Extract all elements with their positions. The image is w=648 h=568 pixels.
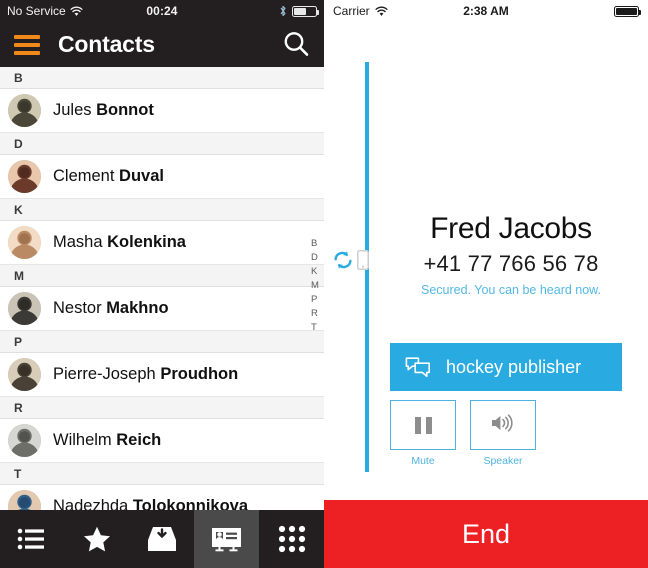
search-icon[interactable] bbox=[281, 29, 312, 60]
index-letter[interactable]: K bbox=[311, 265, 319, 279]
contacts-list[interactable]: B Jules Bonnot D Clement Duval K Masha Kolenk… bbox=[0, 67, 324, 568]
section-header: B bbox=[0, 67, 324, 89]
tab-bar bbox=[0, 510, 324, 568]
tab-recents[interactable] bbox=[0, 510, 65, 568]
contact-name: Nestor Makhno bbox=[53, 299, 169, 318]
sas-words: hockey publisher bbox=[446, 356, 582, 377]
index-letter[interactable]: R bbox=[311, 307, 319, 321]
index-letter[interactable]: T bbox=[311, 321, 319, 335]
section-header: K bbox=[0, 199, 324, 221]
section-header: D bbox=[0, 133, 324, 155]
callee-name: Fred Jacobs bbox=[430, 212, 592, 245]
section-header: T bbox=[0, 463, 324, 485]
battery-icon bbox=[614, 5, 641, 17]
contact-name: Masha Kolenkina bbox=[53, 233, 186, 252]
contact-name: Wilhelm Reich bbox=[53, 431, 161, 450]
alphabet-index-bar[interactable]: BDKMPRT bbox=[308, 237, 322, 335]
dual-screenshot-container: No Service 00:24 Contacts B Jules Bonnot… bbox=[0, 0, 648, 568]
contact-row[interactable]: Jules Bonnot bbox=[0, 89, 324, 133]
speaker-label: Speaker bbox=[483, 455, 523, 467]
active-call-screen: Carrier 2:38 AM Fred Jacobs +41 77 766 5… bbox=[324, 0, 648, 568]
contact-last-name: Kolenkina bbox=[107, 233, 186, 251]
contact-last-name: Makhno bbox=[106, 299, 169, 317]
tab-keypad[interactable] bbox=[259, 510, 324, 568]
call-rail-icons bbox=[332, 250, 369, 275]
contact-first-name: Masha bbox=[53, 233, 108, 251]
contact-row[interactable]: Pierre-Joseph Proudhon bbox=[0, 353, 324, 397]
avatar-jules-bonnot bbox=[8, 94, 41, 127]
avatar-nestor-makhno bbox=[8, 292, 41, 325]
contacts-navbar: Contacts bbox=[0, 22, 324, 67]
section-header: P bbox=[0, 331, 324, 353]
contact-first-name: Nestor bbox=[53, 299, 107, 317]
contact-row[interactable]: Nestor Makhno bbox=[0, 287, 324, 331]
call-body: Fred Jacobs +41 77 766 56 78 Secured. Yo… bbox=[324, 22, 648, 490]
contact-row[interactable]: Clement Duval bbox=[0, 155, 324, 199]
chat-bubbles-icon bbox=[404, 355, 432, 379]
left-status-bar: No Service 00:24 bbox=[0, 0, 324, 22]
index-letter[interactable]: B bbox=[311, 237, 319, 251]
tab-contacts[interactable] bbox=[194, 510, 260, 568]
contact-name: Pierre-Joseph Proudhon bbox=[53, 365, 238, 384]
section-header: R bbox=[0, 397, 324, 419]
callee-info: Fred Jacobs +41 77 766 56 78 Secured. Yo… bbox=[384, 212, 638, 297]
sync-arrows-icon bbox=[332, 250, 354, 275]
contact-name: Clement Duval bbox=[53, 167, 164, 186]
contact-first-name: Pierre-Joseph bbox=[53, 365, 161, 383]
status-right-group bbox=[614, 0, 641, 22]
mute-control: Mute bbox=[390, 400, 456, 467]
call-security-status: Secured. You can be heard now. bbox=[420, 283, 601, 297]
tab-inbox[interactable] bbox=[130, 510, 195, 568]
section-header: M bbox=[0, 265, 324, 287]
contact-row[interactable]: Masha Kolenkina bbox=[0, 221, 324, 265]
contact-last-name: Bonnot bbox=[96, 101, 154, 119]
avatar-pierre-joseph-proudhon bbox=[8, 358, 41, 391]
status-right-group bbox=[279, 0, 319, 22]
avatar-clement-duval bbox=[8, 160, 41, 193]
right-status-bar: Carrier 2:38 AM bbox=[324, 0, 648, 22]
status-time: 2:38 AM bbox=[463, 4, 509, 18]
contact-row[interactable]: Wilhelm Reich bbox=[0, 419, 324, 463]
bluetooth-icon bbox=[279, 5, 287, 17]
sas-verification-banner[interactable]: hockey publisher bbox=[390, 343, 622, 391]
tab-favorites[interactable] bbox=[65, 510, 130, 568]
contact-first-name: Clement bbox=[53, 167, 120, 185]
contact-name: Jules Bonnot bbox=[53, 101, 154, 120]
page-title: Contacts bbox=[58, 31, 155, 57]
mute-icon bbox=[414, 416, 432, 434]
avatar-masha-kolenkina bbox=[8, 226, 41, 259]
index-letter[interactable]: P bbox=[311, 293, 319, 307]
index-letter[interactable]: M bbox=[311, 279, 319, 293]
battery-icon bbox=[292, 5, 319, 17]
call-controls: Mute Speaker bbox=[390, 400, 536, 467]
contact-last-name: Reich bbox=[116, 431, 162, 449]
contact-first-name: Wilhelm bbox=[53, 431, 117, 449]
callee-number: +41 77 766 56 78 bbox=[423, 251, 599, 276]
speaker-control: Speaker bbox=[470, 400, 536, 467]
status-time: 00:24 bbox=[146, 4, 178, 18]
avatar-wilhelm-reich bbox=[8, 424, 41, 457]
speaker-button[interactable] bbox=[470, 400, 536, 450]
speaker-icon bbox=[490, 413, 516, 438]
mute-button[interactable] bbox=[390, 400, 456, 450]
mute-label: Mute bbox=[411, 455, 435, 467]
mobile-phone-icon bbox=[357, 250, 369, 275]
end-call-button[interactable]: End bbox=[324, 500, 648, 568]
hamburger-menu-icon[interactable] bbox=[14, 34, 40, 55]
contact-last-name: Proudhon bbox=[160, 365, 239, 383]
contact-last-name: Duval bbox=[119, 167, 164, 185]
contact-first-name: Jules bbox=[53, 101, 97, 119]
index-letter[interactable]: D bbox=[311, 251, 319, 265]
contacts-screen: No Service 00:24 Contacts B Jules Bonnot… bbox=[0, 0, 324, 568]
